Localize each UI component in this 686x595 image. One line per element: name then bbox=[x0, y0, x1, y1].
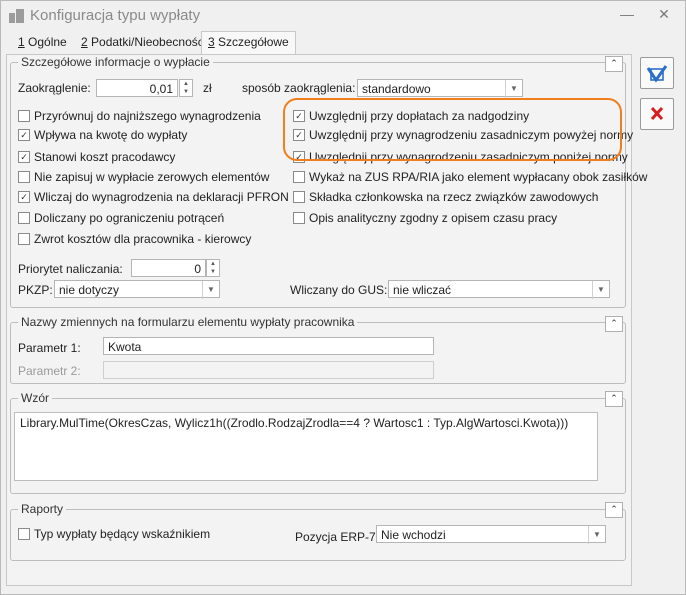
spin-up-icon: ▲ bbox=[183, 81, 189, 87]
tab-general[interactable]: 1 Ogólne bbox=[12, 33, 73, 52]
formula-collapse-button[interactable]: ⌃ bbox=[605, 391, 623, 407]
checkbox-checked[interactable]: ✓ bbox=[18, 151, 30, 163]
option-checkbox[interactable]: ✓ Wliczaj do wynagrodzenia na deklaracji … bbox=[18, 190, 289, 204]
spin-down-icon: ▼ bbox=[183, 89, 189, 95]
option-checkbox[interactable]: Wykaż na ZUS RPA/RIA jako element wypłac… bbox=[293, 170, 647, 184]
chevron-down-icon: ▼ bbox=[592, 281, 609, 299]
tab-taxes-absences[interactable]: 2 Podatki/Nieobecności bbox=[75, 33, 212, 52]
option-checkbox[interactable]: Nie zapisuj w wypłacie zerowych elementó… bbox=[18, 170, 269, 184]
spin-down-icon: ▼ bbox=[210, 269, 216, 275]
param2-input[interactable] bbox=[103, 361, 434, 379]
indicator-checkbox[interactable]: Typ wypłaty będący wskaźnikiem bbox=[18, 527, 210, 541]
priority-label: Priorytet naliczania: bbox=[18, 262, 123, 276]
tab-general-label: Ogólne bbox=[24, 35, 67, 49]
param1-input[interactable]: Kwota bbox=[103, 337, 434, 355]
rounding-method-select[interactable]: standardowo ▼ bbox=[357, 79, 523, 98]
reports-collapse-button[interactable]: ⌃ bbox=[605, 502, 623, 518]
option-checkbox[interactable]: Składka członkowska na rzecz związków za… bbox=[293, 190, 598, 204]
variables-legend: Nazwy zmiennych na formularzu elementu w… bbox=[18, 315, 358, 329]
checkbox-box[interactable] bbox=[18, 212, 30, 224]
priority-spinner[interactable]: ▲ ▼ bbox=[206, 259, 220, 277]
option-checkbox[interactable]: Przyrównuj do najniższego wynagrodzenia bbox=[18, 109, 261, 123]
param2-label: Parametr 2: bbox=[18, 364, 81, 378]
tab-general-key: 1 bbox=[18, 35, 25, 49]
chevron-down-icon: ▼ bbox=[588, 526, 605, 544]
checkbox-box[interactable] bbox=[293, 212, 305, 224]
checkbox-label: Wliczaj do wynagrodzenia na deklaracji P… bbox=[34, 190, 289, 204]
rounding-label: Zaokrąglenie: bbox=[18, 81, 91, 95]
variables-collapse-button[interactable]: ⌃ bbox=[605, 316, 623, 332]
checkbox-box[interactable] bbox=[18, 233, 30, 245]
tab-taxes-key: 2 bbox=[81, 35, 88, 49]
tab-details[interactable]: 3 Szczegółowe bbox=[201, 31, 296, 55]
pkzp-label: PKZP: bbox=[18, 283, 53, 297]
highlight-annotation bbox=[283, 98, 622, 161]
checkbox-label: Składka członkowska na rzecz związków za… bbox=[309, 190, 599, 204]
option-checkbox[interactable]: ✓ Stanowi koszt pracodawcy bbox=[18, 150, 175, 164]
pkzp-value: nie dotyczy bbox=[59, 283, 120, 297]
cancel-button[interactable] bbox=[640, 98, 674, 130]
checkbox-checked[interactable]: ✓ bbox=[18, 129, 30, 141]
rounding-unit: zł bbox=[203, 81, 212, 95]
rounding-method-label: sposób zaokrąglenia: bbox=[242, 81, 356, 95]
priority-input[interactable]: 0 bbox=[131, 259, 206, 277]
option-checkbox[interactable]: Doliczany po ograniczeniu potrąceń bbox=[18, 211, 224, 225]
details-legend: Szczegółowe informacje o wypłacie bbox=[18, 55, 213, 69]
details-collapse-button[interactable]: ⌃ bbox=[605, 56, 623, 72]
gus-label: Wliczany do GUS: bbox=[290, 283, 388, 297]
checkbox-box[interactable] bbox=[18, 528, 30, 540]
option-checkbox[interactable]: Opis analityczny zgodny z opisem czasu p… bbox=[293, 211, 557, 225]
checkbox-box[interactable] bbox=[18, 171, 30, 183]
chevron-down-icon: ▼ bbox=[505, 80, 522, 98]
checkbox-label: Doliczany po ograniczeniu potrąceń bbox=[34, 211, 225, 225]
erp-label: Pozycja ERP-7: bbox=[295, 530, 380, 544]
spin-up-icon: ▲ bbox=[210, 261, 216, 267]
tab-details-key: 3 bbox=[208, 35, 215, 49]
tab-details-label: Szczegółowe bbox=[214, 35, 289, 49]
checkbox-label: Stanowi koszt pracodawcy bbox=[34, 150, 176, 164]
checkbox-label: Nie zapisuj w wypłacie zerowych elementó… bbox=[34, 170, 270, 184]
close-button[interactable]: ✕ bbox=[655, 6, 673, 22]
rounding-input[interactable]: 0,01 bbox=[96, 79, 178, 97]
minimize-button[interactable]: — bbox=[618, 6, 636, 22]
erp-select[interactable]: Nie wchodzi ▼ bbox=[376, 525, 606, 544]
param1-label: Parametr 1: bbox=[18, 341, 81, 355]
checkbox-label: Przyrównuj do najniższego wynagrodzenia bbox=[34, 109, 261, 123]
chevron-down-icon: ▼ bbox=[202, 281, 219, 299]
checkbox-checked[interactable]: ✓ bbox=[18, 191, 30, 203]
option-checkbox[interactable]: ✓ Wpływa na kwotę do wypłaty bbox=[18, 128, 187, 142]
erp-value: Nie wchodzi bbox=[381, 528, 446, 542]
checkbox-label: Wykaż na ZUS RPA/RIA jako element wypłac… bbox=[309, 170, 648, 184]
checkbox-box[interactable] bbox=[293, 171, 305, 183]
tab-taxes-label: Podatki/Nieobecności bbox=[87, 35, 207, 49]
gus-select[interactable]: nie wliczać ▼ bbox=[388, 280, 610, 299]
checkbox-label: Opis analityczny zgodny z opisem czasu p… bbox=[309, 211, 558, 225]
indicator-label: Typ wypłaty będący wskaźnikiem bbox=[34, 527, 211, 541]
option-checkbox[interactable]: Zwrot kosztów dla pracownika - kierowcy bbox=[18, 232, 251, 246]
formula-legend: Wzór bbox=[18, 391, 52, 405]
checkbox-label: Wpływa na kwotę do wypłaty bbox=[34, 128, 188, 142]
formula-editor[interactable]: Library.MulTime(OkresCzas, Wylicz1h((Zro… bbox=[14, 412, 598, 481]
gus-value: nie wliczać bbox=[393, 283, 452, 297]
checkbox-label: Zwrot kosztów dla pracownika - kierowcy bbox=[34, 232, 252, 246]
rounding-method-value: standardowo bbox=[362, 82, 431, 96]
save-button[interactable] bbox=[640, 57, 674, 89]
rounding-spinner[interactable]: ▲ ▼ bbox=[179, 79, 193, 97]
save-icon bbox=[646, 65, 668, 83]
pkzp-select[interactable]: nie dotyczy ▼ bbox=[54, 280, 220, 299]
app-icon bbox=[9, 9, 24, 23]
checkbox-box[interactable] bbox=[293, 191, 305, 203]
cancel-icon bbox=[650, 106, 664, 121]
checkbox-box[interactable] bbox=[18, 110, 30, 122]
reports-legend: Raporty bbox=[18, 502, 67, 516]
window-title: Konfiguracja typu wypłaty bbox=[30, 7, 201, 24]
